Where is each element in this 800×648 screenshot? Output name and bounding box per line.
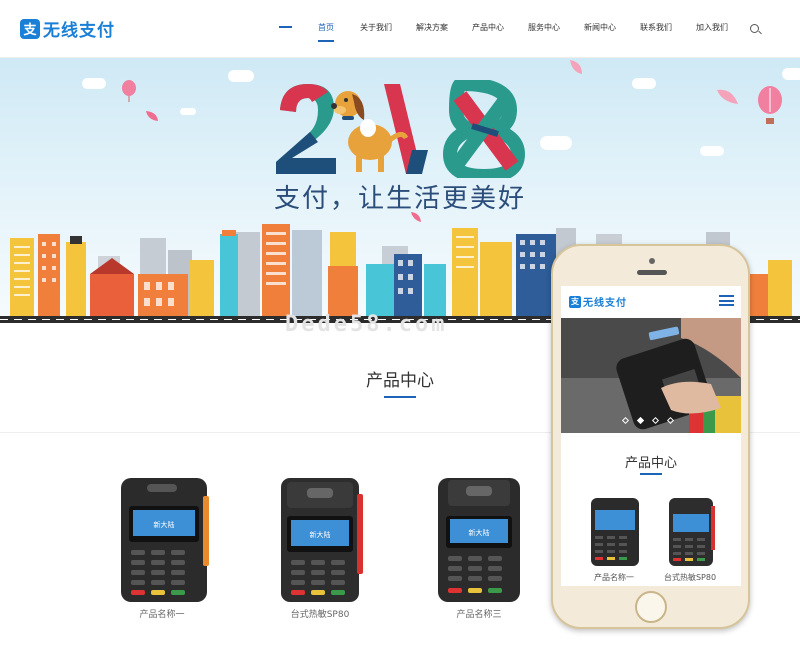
petal-icon — [146, 111, 158, 121]
screen-logo-text: 新大陆 — [310, 530, 331, 539]
pos-terminal-image: 新大陆 — [281, 478, 363, 602]
hamburger-icon[interactable] — [719, 295, 734, 306]
mobile-screen: 支 无线支付 产品中心 产品名称一 台式热敏SP80 — [561, 286, 741, 586]
product-name[interactable]: 产品名称一 — [107, 607, 217, 620]
carousel-dot[interactable] — [651, 416, 660, 425]
pos-terminal-image: 新大陆 — [121, 478, 209, 602]
carousel-dot[interactable] — [666, 416, 675, 425]
nav-item-contact[interactable]: 联系我们 — [640, 22, 672, 42]
mobile-section-title: 产品中心 — [624, 456, 677, 471]
search-icon[interactable] — [750, 24, 759, 33]
nav-item-home[interactable]: 首页 — [318, 22, 334, 42]
watermark-text: Dede58.com — [285, 312, 448, 337]
nav-item-service[interactable]: 服务中心 — [528, 22, 560, 42]
mobile-banner[interactable] — [561, 318, 741, 433]
phone-home-button — [635, 591, 667, 623]
cloud-illustration — [782, 68, 800, 80]
petal-icon — [570, 60, 582, 74]
mobile-product-card[interactable]: 产品名称一 — [579, 496, 649, 582]
cloud-illustration — [180, 108, 196, 115]
nav-item-about[interactable]: 关于我们 — [360, 22, 392, 42]
product-name[interactable]: 台式热敏SP80 — [265, 607, 375, 620]
payment-photo — [561, 318, 741, 433]
carousel-dot[interactable] — [621, 416, 630, 425]
logo-text: 无线支付 — [583, 298, 627, 309]
phone-speaker — [637, 270, 667, 275]
carousel-indicators — [621, 416, 683, 425]
banner-slogan: 支付，让生活更美好 — [273, 184, 526, 214]
screen-logo-text: 新大陆 — [469, 528, 490, 537]
menu-line-icon[interactable] — [279, 26, 292, 28]
mobile-logo[interactable]: 支 无线支付 — [569, 294, 627, 309]
carousel-dot-active[interactable] — [636, 416, 645, 425]
pos-terminal-image — [591, 498, 639, 566]
product-name[interactable]: 产品名称三 — [424, 607, 534, 620]
mobile-product-card[interactable]: 台式热敏SP80 — [655, 496, 725, 582]
year-2018-artwork — [276, 80, 526, 178]
phone-camera — [649, 258, 655, 264]
logo-text: 无线支付 — [43, 21, 115, 41]
site-logo[interactable]: 支 无线支付 — [20, 16, 115, 41]
mobile-section-underline — [640, 473, 662, 475]
balloon-icon — [122, 80, 136, 102]
screen-logo-text: 新大陆 — [154, 520, 175, 529]
logo-icon: 支 — [20, 18, 40, 39]
petal-icon — [717, 89, 738, 104]
product-card[interactable]: 新大陆 产品名称一 — [107, 476, 217, 620]
pos-terminal-image — [669, 498, 715, 566]
balloon-icon — [758, 86, 782, 124]
nav-item-join[interactable]: 加入我们 — [696, 22, 728, 42]
cloud-illustration — [632, 78, 656, 89]
product-card[interactable]: 新大陆 台式热敏SP80 — [265, 476, 375, 620]
nav-item-products[interactable]: 产品中心 — [472, 22, 504, 42]
mobile-product-name[interactable]: 台式热敏SP80 — [645, 572, 735, 583]
cloud-illustration — [540, 136, 572, 150]
phone-mockup: 支 无线支付 产品中心 产品名称一 台式热敏SP80 — [551, 244, 750, 629]
cloud-illustration — [700, 146, 724, 156]
main-nav: 首页 关于我们 解决方案 产品中心 服务中心 新闻中心 联系我们 加入我们 — [318, 22, 728, 42]
section-underline — [384, 396, 416, 398]
nav-item-solutions[interactable]: 解决方案 — [416, 22, 448, 42]
section-title: 产品中心 — [366, 371, 434, 391]
product-card[interactable]: 新大陆 产品名称三 — [424, 476, 534, 620]
page: 支 无线支付 首页 关于我们 解决方案 产品中心 服务中心 新闻中心 联系我们 … — [0, 0, 800, 648]
logo-icon: 支 — [569, 295, 581, 308]
nav-item-news[interactable]: 新闻中心 — [584, 22, 616, 42]
site-header: 支 无线支付 首页 关于我们 解决方案 产品中心 服务中心 新闻中心 联系我们 … — [0, 0, 800, 58]
pos-terminal-image: 新大陆 — [438, 478, 520, 602]
cloud-illustration — [82, 78, 106, 89]
cloud-illustration — [228, 70, 254, 82]
